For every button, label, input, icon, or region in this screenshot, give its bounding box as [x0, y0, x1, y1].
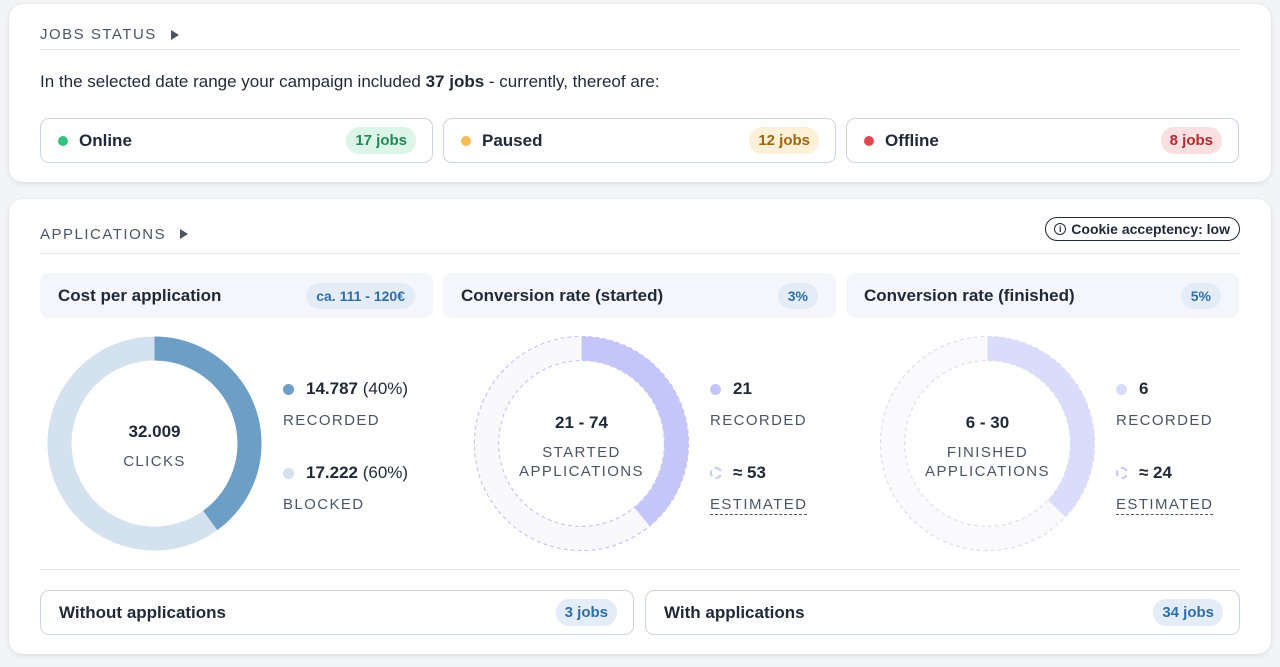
- clicks-center-value: 32.009: [129, 422, 181, 441]
- finished-center-label-2: APPLICATIONS: [925, 463, 1050, 480]
- applications-card: APPLICATIONS i Cookie acceptency: low Co…: [9, 199, 1271, 654]
- started-center-value: 21 - 74: [555, 413, 608, 432]
- legend-recorded: 21: [710, 379, 807, 399]
- status-online-label: Online: [79, 130, 132, 150]
- blocked-label: BLOCKED: [283, 496, 365, 513]
- applications-header: APPLICATIONS i Cookie acceptency: low: [40, 215, 1240, 254]
- clicks-legend: 14.787 (40%) RECORDED 17.222 (60%) BLOCK…: [283, 379, 408, 513]
- metric-cost-per-application: Cost per application ca. 111 - 120€: [40, 273, 433, 318]
- jobs-status-card: JOBS STATUS In the selected date range y…: [9, 4, 1271, 182]
- without-applications-count: 3 jobs: [555, 599, 617, 626]
- with-applications-label: With applications: [664, 602, 805, 622]
- status-paused-count: 12 jobs: [749, 127, 819, 154]
- cookie-acceptance-badge[interactable]: i Cookie acceptency: low: [1045, 217, 1240, 241]
- metric-value: 5%: [1180, 282, 1221, 309]
- recorded-value: 21: [733, 379, 752, 398]
- finished-donut-chart: 6 - 30 FINISHED APPLICATIONS: [879, 335, 1096, 552]
- estimated-label[interactable]: ESTIMATED: [1116, 496, 1214, 515]
- jobs-intro-text: In the selected date range your campaign…: [40, 72, 660, 92]
- status-offline[interactable]: Offline 8 jobs: [846, 118, 1239, 163]
- without-applications-box[interactable]: Without applications 3 jobs: [40, 590, 634, 635]
- finished-legend: 6 RECORDED ≈ 24 ESTIMATED: [1116, 379, 1214, 515]
- estimated-label[interactable]: ESTIMATED: [710, 496, 808, 515]
- metric-value: ca. 111 - 120€: [306, 282, 415, 309]
- legend-estimated: ≈ 24: [1116, 463, 1213, 483]
- estimated-dashed-dot-icon: [710, 467, 722, 479]
- recorded-value: 6: [1139, 379, 1149, 398]
- recorded-label: RECORDED: [1116, 412, 1214, 429]
- recorded-dot-icon: [283, 383, 294, 395]
- status-offline-label: Offline: [885, 130, 939, 150]
- offline-dot-icon: [864, 135, 874, 146]
- cookie-acceptance-label: Cookie acceptency: low: [1071, 221, 1230, 237]
- jobs-status-header: JOBS STATUS: [40, 20, 1240, 50]
- started-center-label-1: STARTED: [542, 444, 620, 461]
- status-online[interactable]: Online 17 jobs: [40, 118, 433, 163]
- metric-value: 3%: [777, 282, 818, 309]
- clicks-center-label: CLICKS: [123, 453, 186, 470]
- estimated-dashed-dot-icon: [1116, 467, 1128, 479]
- finished-center-value: 6 - 30: [966, 413, 1009, 432]
- intro-total-jobs: 37 jobs: [425, 72, 485, 91]
- legend-blocked: 17.222 (60%): [283, 463, 408, 483]
- divider: [40, 569, 1240, 570]
- blocked-percent: (60%): [362, 463, 409, 482]
- metric-label: Cost per application: [58, 285, 222, 305]
- status-offline-count: 8 jobs: [1160, 127, 1222, 154]
- metric-conversion-finished: Conversion rate (finished) 5%: [846, 273, 1239, 318]
- estimated-value: ≈ 53: [733, 463, 766, 482]
- intro-prefix: In the selected date range your campaign…: [40, 72, 426, 91]
- metric-label: Conversion rate (started): [461, 285, 664, 305]
- paused-dot-icon: [461, 135, 471, 146]
- status-paused-label: Paused: [482, 130, 543, 150]
- intro-suffix: - currently, thereof are:: [484, 72, 660, 91]
- applications-title: APPLICATIONS: [40, 225, 167, 243]
- expand-triangle-icon[interactable]: [180, 229, 189, 239]
- recorded-value: 14.787: [306, 379, 358, 398]
- recorded-label: RECORDED: [283, 412, 381, 429]
- blocked-dot-icon: [283, 467, 294, 479]
- without-applications-label: Without applications: [59, 602, 227, 622]
- clicks-donut-chart: 32.009 CLICKS: [47, 336, 262, 551]
- jobs-status-title: JOBS STATUS: [40, 26, 157, 43]
- recorded-percent: (40%): [362, 379, 409, 398]
- status-paused[interactable]: Paused 12 jobs: [443, 118, 836, 163]
- recorded-dot-icon: [1116, 383, 1127, 395]
- started-center-label-2: APPLICATIONS: [519, 463, 644, 480]
- with-applications-count: 34 jobs: [1153, 599, 1223, 626]
- metric-conversion-started: Conversion rate (started) 3%: [443, 273, 836, 318]
- legend-recorded: 6: [1116, 379, 1213, 399]
- finished-center-label-1: FINISHED: [947, 444, 1028, 461]
- blocked-value: 17.222: [306, 463, 358, 482]
- expand-triangle-icon[interactable]: [170, 29, 179, 40]
- started-donut-chart: 21 - 74 STARTED APPLICATIONS: [473, 335, 690, 552]
- recorded-label: RECORDED: [710, 412, 808, 429]
- info-icon: i: [1054, 223, 1067, 235]
- legend-recorded: 14.787 (40%): [283, 379, 408, 399]
- metric-label: Conversion rate (finished): [864, 285, 1075, 305]
- online-dot-icon: [58, 135, 68, 146]
- started-legend: 21 RECORDED ≈ 53 ESTIMATED: [710, 379, 808, 515]
- estimated-value: ≈ 24: [1139, 463, 1172, 482]
- recorded-dot-icon: [710, 383, 721, 395]
- status-online-count: 17 jobs: [346, 127, 416, 154]
- with-applications-box[interactable]: With applications 34 jobs: [645, 590, 1240, 635]
- legend-estimated: ≈ 53: [710, 463, 807, 483]
